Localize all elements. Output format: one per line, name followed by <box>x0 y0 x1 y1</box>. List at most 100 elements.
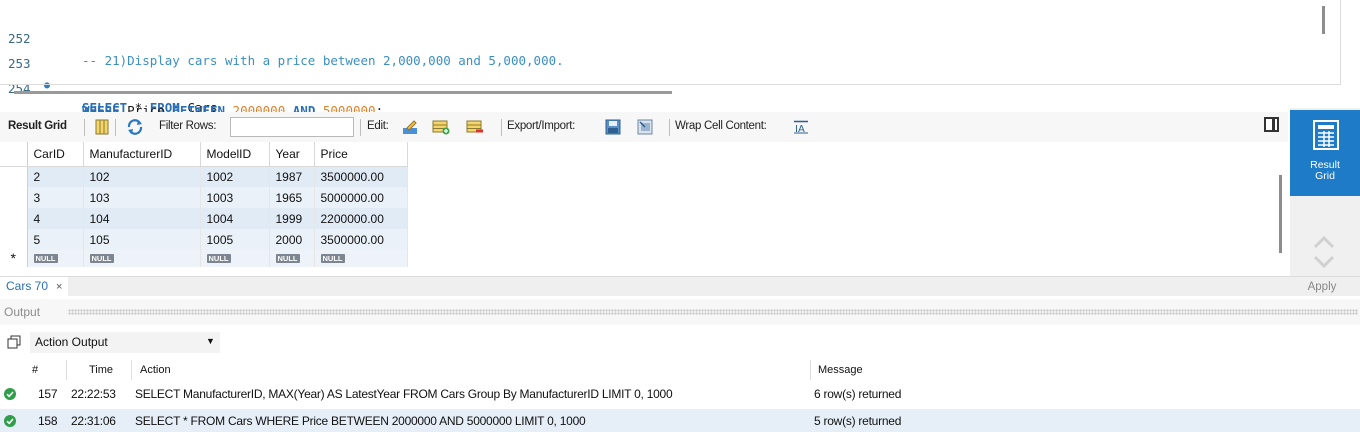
cell-manufacturer-id[interactable]: 104 <box>83 208 201 229</box>
action-text: SELECT * FROM Cars WHERE Price BETWEEN 2… <box>135 414 586 428</box>
wrap-cell-content-label: Wrap Cell Content: <box>675 120 767 132</box>
column-header[interactable]: Year <box>269 142 315 167</box>
new-row[interactable]: * NULL NULL NULL NULL NULL <box>0 250 408 267</box>
code-line[interactable]: 252 -- 21)Display cars with a price betw… <box>0 6 1320 68</box>
toolbar-separator <box>360 119 361 136</box>
cell-model-id[interactable]: 1002 <box>200 166 270 187</box>
import-icon[interactable] <box>636 118 654 136</box>
action-text: SELECT ManufacturerID, MAX(Year) AS Late… <box>135 387 673 401</box>
action-output-row[interactable]: 157 22:22:53 SELECT ManufacturerID, MAX(… <box>0 382 1360 405</box>
action-number: 157 <box>38 387 58 401</box>
table-row[interactable]: 2 102 1002 1987 3500000.00 <box>0 166 408 187</box>
result-grid-view-button[interactable]: Result Grid <box>1290 110 1360 196</box>
sql-editor[interactable]: 252 -- 21)Display cars with a price betw… <box>0 0 1360 118</box>
action-message: 5 row(s) returned <box>814 414 902 428</box>
grid-columns-icon[interactable] <box>93 118 111 136</box>
cell-year[interactable]: 1965 <box>269 187 315 208</box>
row-header-corner <box>0 142 28 167</box>
null-cell[interactable]: NULL <box>83 250 201 267</box>
result-toolbar: Result Grid Filter Rows: Edit: Export/Im… <box>0 112 1288 142</box>
column-header-time[interactable]: Time <box>89 364 113 376</box>
toolbar-separator <box>115 119 116 136</box>
null-badge: NULL <box>33 254 58 263</box>
refresh-icon[interactable] <box>126 118 144 136</box>
row-header[interactable] <box>0 229 28 250</box>
action-output-header: # Time Action Message <box>0 360 1360 380</box>
cell-price[interactable]: 5000000.00 <box>314 187 408 208</box>
null-badge: NULL <box>275 254 300 263</box>
filter-rows-input[interactable] <box>230 117 354 137</box>
edit-label: Edit: <box>367 120 389 132</box>
column-divider[interactable] <box>131 360 132 380</box>
cell-price[interactable]: 2200000.00 <box>314 208 408 229</box>
null-cell[interactable]: NULL <box>314 250 408 267</box>
toggle-side-panel-icon[interactable] <box>1264 117 1279 132</box>
column-header-action[interactable]: Action <box>140 364 171 376</box>
cell-model-id[interactable]: 1004 <box>200 208 270 229</box>
success-check-icon <box>4 415 16 427</box>
row-header[interactable] <box>0 208 28 229</box>
cell-car-id[interactable]: 3 <box>27 187 84 208</box>
null-cell[interactable]: NULL <box>200 250 270 267</box>
editor-vertical-scrollbar[interactable] <box>1322 6 1325 34</box>
line-number: 254 <box>8 81 31 96</box>
cell-model-id[interactable]: 1005 <box>200 229 270 250</box>
cell-year[interactable]: 2000 <box>269 229 315 250</box>
tab-cars-70[interactable]: Cars 70 × <box>0 277 69 296</box>
column-divider[interactable] <box>810 360 811 380</box>
editor-divider <box>1340 0 1341 84</box>
result-grid[interactable]: CarID ManufacturerID ModelID Year Price … <box>0 142 408 267</box>
delete-row-icon[interactable] <box>466 118 484 136</box>
column-header[interactable]: Price <box>314 142 408 167</box>
result-grid-view-label: Result Grid <box>1310 159 1340 182</box>
output-panel-header: Output <box>0 299 1360 325</box>
table-row[interactable]: 3 103 1003 1965 5000000.00 <box>0 187 408 208</box>
code-line[interactable]: 253 ● SELECT * FROM Cars <box>0 31 1320 115</box>
column-header-number[interactable]: # <box>32 364 38 376</box>
cell-year[interactable]: 1999 <box>269 208 315 229</box>
cell-manufacturer-id[interactable]: 102 <box>83 166 201 187</box>
output-type-select[interactable]: Action Output ▼ <box>30 332 220 353</box>
toolbar-separator <box>669 119 670 136</box>
code-line[interactable]: 254 WHERE Price BETWEEN 2000000 AND 5000… <box>0 56 1320 118</box>
row-header[interactable] <box>0 166 28 187</box>
cell-year[interactable]: 1987 <box>269 166 315 187</box>
panel-scroll-chevrons-icon[interactable] <box>1312 232 1336 272</box>
wrap-text-icon[interactable]: IA <box>793 120 809 134</box>
column-header[interactable]: ManufacturerID <box>83 142 201 167</box>
close-icon[interactable]: × <box>56 281 62 293</box>
grid-vertical-scrollbar[interactable] <box>1279 175 1282 253</box>
cell-car-id[interactable]: 5 <box>27 229 84 250</box>
output-type-value: Action Output <box>35 335 108 349</box>
edit-cell-icon[interactable] <box>401 118 419 136</box>
output-toolbar: Action Output ▼ <box>0 327 1360 357</box>
column-header[interactable]: ModelID <box>200 142 270 167</box>
table-row[interactable]: 4 104 1004 1999 2200000.00 <box>0 208 408 229</box>
export-icon[interactable] <box>604 118 622 136</box>
action-message: 6 row(s) returned <box>814 387 902 401</box>
column-header-message[interactable]: Message <box>818 364 863 376</box>
cell-price[interactable]: 3500000.00 <box>314 229 408 250</box>
column-divider[interactable] <box>66 360 67 380</box>
null-cell[interactable]: NULL <box>27 250 84 267</box>
copy-icon[interactable] <box>7 335 21 349</box>
cell-model-id[interactable]: 1003 <box>200 187 270 208</box>
toolbar-separator <box>501 119 502 136</box>
column-header[interactable]: CarID <box>27 142 84 167</box>
cell-manufacturer-id[interactable]: 105 <box>83 229 201 250</box>
action-output-row[interactable]: 158 22:31:06 SELECT * FROM Cars WHERE Pr… <box>0 409 1360 432</box>
action-time: 22:22:53 <box>71 387 116 401</box>
null-cell[interactable]: NULL <box>269 250 315 267</box>
apply-button[interactable]: Apply <box>1292 278 1352 296</box>
cell-car-id[interactable]: 2 <box>27 166 84 187</box>
null-badge: NULL <box>89 254 114 263</box>
cell-car-id[interactable]: 4 <box>27 208 84 229</box>
panel-drag-handle[interactable] <box>68 309 1358 315</box>
table-row[interactable]: 5 105 1005 2000 3500000.00 <box>0 229 408 250</box>
result-grid-title: Result Grid <box>8 120 67 132</box>
insert-row-icon[interactable] <box>432 118 450 136</box>
row-header[interactable] <box>0 187 28 208</box>
cell-manufacturer-id[interactable]: 103 <box>83 187 201 208</box>
cell-price[interactable]: 3500000.00 <box>314 166 408 187</box>
editor-horizontal-scrollbar[interactable] <box>14 91 672 94</box>
